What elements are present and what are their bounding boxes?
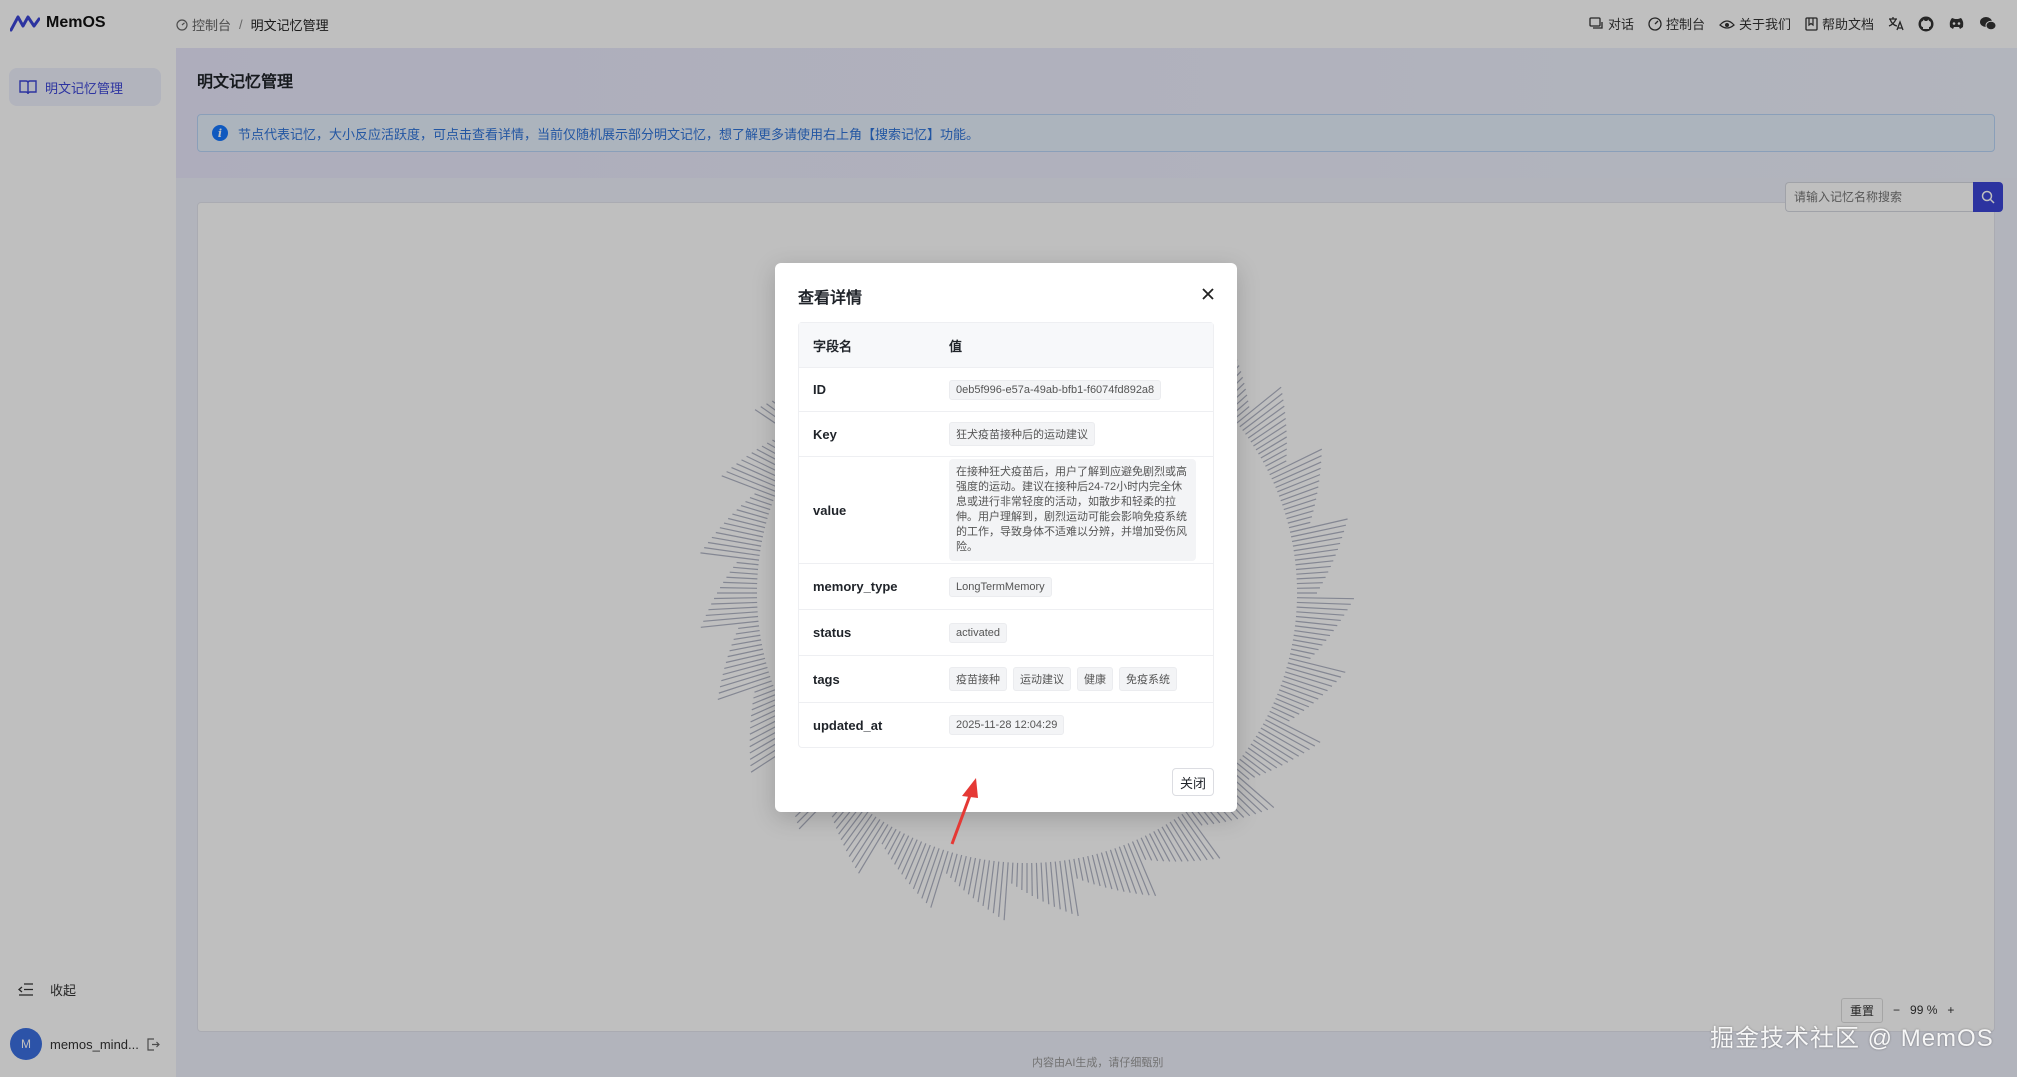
field-name: status	[813, 625, 852, 640]
close-icon	[1202, 288, 1214, 300]
table-row-tags: tags 疫苗接种 运动建议 健康 免疫系统	[799, 655, 1213, 702]
field-name: updated_at	[813, 717, 883, 733]
tag-chip: 健康	[1077, 667, 1113, 691]
field-name: Key	[813, 426, 837, 442]
table-row-value: value 在接种狂犬疫苗后，用户了解到应避免剧烈或高强度的运动。建议在接种后2…	[799, 456, 1213, 563]
modal-close-footer-button[interactable]: 关闭	[1172, 768, 1214, 796]
field-value-memory-type: LongTermMemory	[949, 576, 1052, 597]
field-value-status: activated	[949, 622, 1008, 643]
detail-table: 字段名 值 ID 0eb5f996-e57a-49ab-bfb1-f6074fd…	[798, 322, 1214, 748]
field-name: value	[813, 502, 847, 518]
modal-title: 查看详情	[798, 290, 863, 307]
table-row-key: Key 狂犬疫苗接种后的运动建议	[799, 411, 1213, 456]
modal-close-button[interactable]	[1199, 285, 1217, 303]
tag-chip: 免疫系统	[1119, 667, 1177, 691]
tag-chip: 疫苗接种	[949, 667, 1007, 691]
field-value-key: 狂犬疫苗接种后的运动建议	[949, 422, 1095, 446]
tag-chip: 运动建议	[1013, 667, 1071, 691]
column-header-field: 字段名	[813, 338, 853, 354]
field-value-id: 0eb5f996-e57a-49ab-bfb1-f6074fd892a8	[949, 379, 1162, 400]
annotation-arrow	[950, 778, 978, 845]
table-row-updated-at: updated_at 2025-11-28 12:04:29	[799, 702, 1213, 747]
field-name: ID	[813, 382, 826, 397]
field-name: tags	[813, 671, 840, 687]
detail-modal: 查看详情 字段名 值 ID 0eb5f996-e57a-49ab-bfb1-f6…	[775, 263, 1237, 812]
field-name: memory_type	[813, 579, 898, 594]
field-value-updated-at: 2025-11-28 12:04:29	[949, 715, 1065, 735]
table-row-status: status activated	[799, 609, 1213, 655]
table-header-row: 字段名 值	[799, 323, 1213, 367]
table-row-id: ID 0eb5f996-e57a-49ab-bfb1-f6074fd892a8	[799, 367, 1213, 411]
table-row-memory-type: memory_type LongTermMemory	[799, 563, 1213, 609]
watermark: 掘金技术社区 @ MemOS	[1710, 1025, 1994, 1052]
field-value-value: 在接种狂犬疫苗后，用户了解到应避免剧烈或高强度的运动。建议在接种后24-72小时…	[949, 459, 1196, 561]
column-header-value: 值	[949, 338, 963, 354]
